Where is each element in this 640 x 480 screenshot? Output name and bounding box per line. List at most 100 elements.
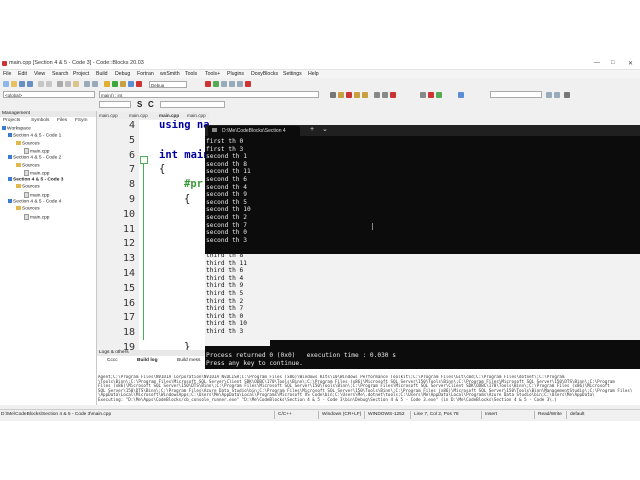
continue-icon[interactable] <box>213 81 219 87</box>
build-icon[interactable] <box>104 81 110 87</box>
function-select[interactable]: main() : int <box>99 91 319 98</box>
build-run-icon[interactable] <box>120 81 126 87</box>
menu-wxsmith[interactable]: wxSmith <box>160 71 180 77</box>
next-bookmark-icon[interactable] <box>362 92 368 98</box>
editor-tab[interactable]: main.cpp <box>99 113 118 118</box>
settings-icon[interactable] <box>564 92 570 98</box>
menu-plugins[interactable]: Plugins <box>227 71 244 77</box>
step-icon[interactable] <box>221 81 227 87</box>
menu-fortran[interactable]: Fortran <box>137 71 154 77</box>
tree-file[interactable]: main.cpp <box>24 169 49 176</box>
save-icon[interactable] <box>19 81 25 87</box>
tab-fsym[interactable]: FSym <box>75 118 88 123</box>
menu-file[interactable]: File <box>3 71 11 77</box>
match-brace-icon[interactable] <box>420 92 426 98</box>
scope-select[interactable]: <global> <box>3 91 95 98</box>
tree-file[interactable]: main.cpp <box>24 191 49 198</box>
menu-edit[interactable]: Edit <box>18 71 27 77</box>
main-toolbar: Debug <box>0 79 640 90</box>
step-out-icon[interactable] <box>237 81 243 87</box>
search-icon[interactable] <box>546 92 552 98</box>
symbol-select[interactable] <box>99 101 131 108</box>
editor-tab[interactable]: main.cpp <box>187 113 206 118</box>
symbol-search-input[interactable] <box>160 101 225 108</box>
code-line: { <box>184 193 191 205</box>
copy-icon[interactable] <box>65 81 71 87</box>
terminal-tab[interactable]: D:\Me\CodeBlocks\Section 4 <box>208 126 300 136</box>
tab-symbols[interactable]: Symbols <box>31 118 49 123</box>
menu-debug[interactable]: Debug <box>115 71 130 77</box>
tree-project[interactable]: Section 4 & 5 - Code 1 <box>8 133 61 139</box>
clear-icon[interactable] <box>390 92 396 98</box>
tab-build-log[interactable]: Build log <box>137 358 158 363</box>
replace-icon[interactable] <box>92 81 98 87</box>
terminal-line: second th 0 <box>206 229 247 237</box>
menu-view[interactable]: View <box>34 71 45 77</box>
toggle-comment-icon[interactable] <box>374 92 380 98</box>
step-into-icon[interactable] <box>229 81 235 87</box>
debug-icon[interactable] <box>205 81 211 87</box>
menu-tools-plus[interactable]: Tools+ <box>205 71 220 77</box>
bookmark-icon[interactable] <box>338 92 344 98</box>
search-input[interactable] <box>490 91 542 98</box>
terminal-line: third th 6 <box>206 267 244 275</box>
tree-folder[interactable]: Sources <box>16 184 40 190</box>
tab-build-messages[interactable]: Build mess <box>177 358 200 363</box>
run-icon[interactable] <box>112 81 118 87</box>
menu-settings[interactable]: Settings <box>283 71 302 77</box>
tree-folder[interactable]: Sources <box>16 162 40 168</box>
open-icon[interactable] <box>11 81 17 87</box>
jump-icon[interactable] <box>330 92 336 98</box>
highlight-icon[interactable] <box>428 92 434 98</box>
tree-project[interactable]: Section 4 & 5 - Code 4 <box>8 199 61 204</box>
project-icon <box>8 155 12 160</box>
new-file-icon[interactable] <box>3 81 9 87</box>
cut-icon[interactable] <box>57 81 63 87</box>
new-tab-button[interactable]: + <box>310 126 314 133</box>
menu-build[interactable]: Build <box>96 71 108 77</box>
editor-tab[interactable]: main.cpp <box>129 113 148 118</box>
tree-folder[interactable]: Sources <box>16 140 40 146</box>
tree-project[interactable]: Section 4 & 5 - Code 3 <box>8 177 63 182</box>
terminal-line: third th 2 <box>206 297 244 305</box>
menu-help[interactable]: Help <box>308 71 319 77</box>
prev-bookmark-icon[interactable] <box>354 92 360 98</box>
tree-project[interactable]: Section 4 & 5 - Code 2 <box>8 155 61 160</box>
tree-folder[interactable]: Sources <box>16 206 40 212</box>
rebuild-icon[interactable] <box>128 81 134 87</box>
tab-cccc[interactable]: Cccc <box>107 358 118 363</box>
console-icon <box>212 128 217 132</box>
uncomment-icon[interactable] <box>382 92 388 98</box>
terminal-line: second th 2 <box>206 214 247 221</box>
paste-icon[interactable] <box>73 81 79 87</box>
build-target-select[interactable]: Debug <box>149 81 187 88</box>
minimize-icon[interactable]: — <box>594 60 600 66</box>
breakpoint-icon[interactable] <box>346 92 352 98</box>
select-icon-c[interactable]: C <box>148 100 154 109</box>
tree-file[interactable]: main.cpp <box>24 147 49 154</box>
select-icon[interactable] <box>436 92 442 98</box>
editor-tab-active[interactable]: main.cpp <box>159 113 179 118</box>
abort-icon[interactable] <box>136 81 142 87</box>
menu-project[interactable]: Project <box>73 71 89 77</box>
tree-file[interactable]: main.cpp <box>24 213 49 220</box>
menu-tools[interactable]: Tools <box>185 71 197 77</box>
tree-workspace[interactable]: Workspace <box>2 126 31 131</box>
close-icon[interactable]: ✕ <box>628 60 633 67</box>
maximize-icon[interactable]: □ <box>611 60 615 66</box>
search-next-icon[interactable] <box>554 92 560 98</box>
doxy-icon[interactable] <box>458 92 464 98</box>
redo-icon[interactable] <box>46 81 52 87</box>
select-icon-s[interactable]: S <box>137 100 142 109</box>
menu-search[interactable]: Search <box>52 71 68 77</box>
project-icon <box>8 177 12 182</box>
save-all-icon[interactable] <box>27 81 33 87</box>
tab-projects[interactable]: Projects <box>3 118 20 123</box>
tab-files[interactable]: Files <box>57 118 67 123</box>
tab-dropdown-icon[interactable]: ⌄ <box>322 125 328 133</box>
stop-debug-icon[interactable] <box>245 81 251 87</box>
menu-doxyblocks[interactable]: DoxyBlocks <box>251 71 278 77</box>
find-icon[interactable] <box>84 81 90 87</box>
status-eol: Windows (CR+LF) <box>322 412 362 417</box>
undo-icon[interactable] <box>38 81 44 87</box>
